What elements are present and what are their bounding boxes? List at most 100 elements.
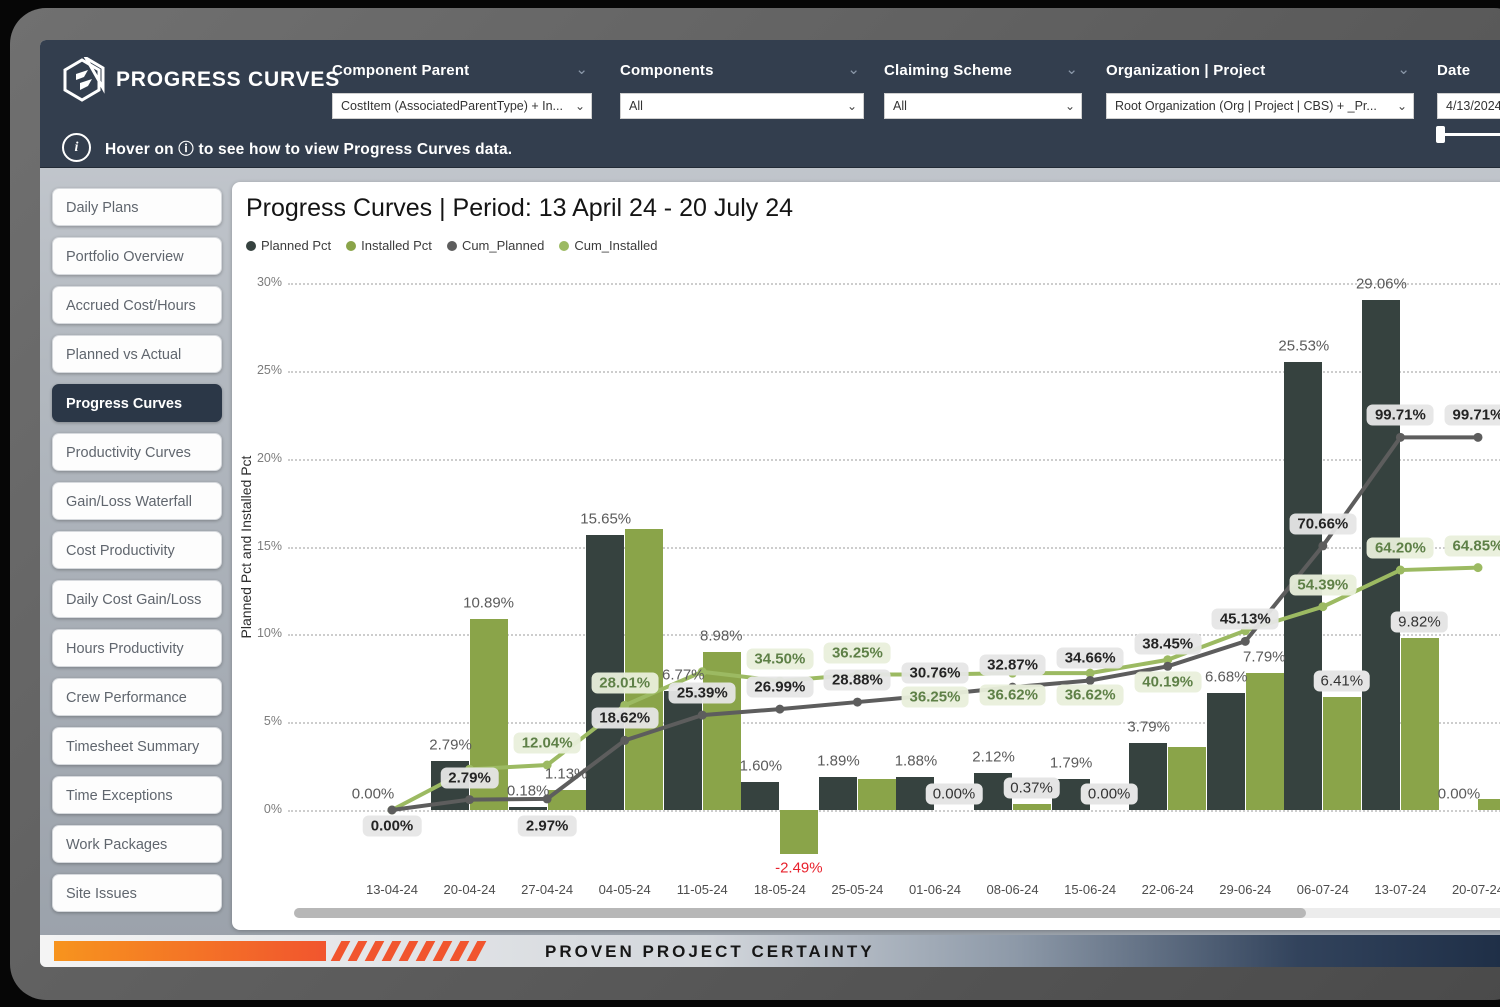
logo-hexagon-icon xyxy=(62,57,106,103)
legend-dot xyxy=(447,241,457,251)
y-axis-tick: 30% xyxy=(240,275,282,289)
filter-label: Date xyxy=(1437,62,1470,79)
gridline xyxy=(288,283,1500,285)
cum-planned-badge: 38.45% xyxy=(1134,634,1201,655)
filter-component-parent: Component Parent ⌄ CostItem (AssociatedP… xyxy=(332,62,592,80)
legend-item-planned-pct[interactable]: Planned Pct xyxy=(246,238,331,253)
chart-title: Progress Curves | Period: 13 April 24 - … xyxy=(246,194,793,223)
x-axis-label: 01-06-24 xyxy=(895,882,975,897)
chevron-down-icon[interactable]: ⌄ xyxy=(1397,60,1410,78)
claiming-scheme-dropdown[interactable]: All ⌄ xyxy=(884,93,1082,119)
x-axis-label: 20-07-24 xyxy=(1438,882,1500,897)
installed-bar-label: 10.89% xyxy=(463,594,514,611)
sidebar-item-crew-performance[interactable]: Crew Performance xyxy=(52,678,222,716)
components-dropdown[interactable]: All ⌄ xyxy=(620,93,864,119)
cum-installed-badge: 28.01% xyxy=(591,673,658,694)
cum-planned-badge: 45.13% xyxy=(1212,609,1279,630)
sidebar-item-accrued-cost-hours[interactable]: Accrued Cost/Hours xyxy=(52,286,222,324)
chart-legend: Planned Pct Installed Pct Cum_Planned Cum_I… xyxy=(246,238,657,253)
chart-panel: 0%5%10%15%20%25%30%0.00%2.79%0.18%15.65%… xyxy=(232,182,1500,930)
info-text: Hover on ⓘ to see how to view Progress C… xyxy=(105,137,512,159)
planned-bar-label: 6.68% xyxy=(1205,668,1248,685)
filter-date: Date 4/13/2024 xyxy=(1437,62,1500,80)
installed-bar xyxy=(1246,673,1284,810)
chevron-down-icon[interactable]: ⌄ xyxy=(847,60,860,78)
installed-bar-label: 8.98% xyxy=(700,628,743,645)
planned-bar-label: 15.65% xyxy=(580,511,631,528)
planned-bar xyxy=(741,782,779,810)
chart-horizontal-scrollbar[interactable] xyxy=(294,908,1500,918)
sidebar-item-planned-vs-actual[interactable]: Planned vs Actual xyxy=(52,335,222,373)
legend-item-installed-pct[interactable]: Installed Pct xyxy=(346,238,432,253)
sidebar-item-gain-loss-waterfall[interactable]: Gain/Loss Waterfall xyxy=(52,482,222,520)
footer-stripe xyxy=(399,941,419,961)
info-icon[interactable]: i xyxy=(62,133,91,162)
cum-installed-badge: 34.50% xyxy=(746,649,813,670)
installed-bar-label: -2.49% xyxy=(775,859,823,876)
planned-bar xyxy=(509,807,547,810)
x-axis-label: 08-06-24 xyxy=(973,882,1053,897)
x-axis-label: 29-06-24 xyxy=(1205,882,1285,897)
sidebar-item-work-packages[interactable]: Work Packages xyxy=(52,825,222,863)
cum-planned-badge: 32.87% xyxy=(979,655,1046,676)
sidebar-item-time-exceptions[interactable]: Time Exceptions xyxy=(52,776,222,814)
chevron-down-icon[interactable]: ⌄ xyxy=(1065,60,1078,78)
planned-bar-label: 1.60% xyxy=(740,757,783,774)
planned-bar-label: 1.88% xyxy=(895,752,938,769)
legend-item-cum-planned[interactable]: Cum_Planned xyxy=(447,238,544,253)
installed-bar-label: 1.13% xyxy=(545,766,588,783)
date-slider-track[interactable] xyxy=(1444,133,1500,136)
legend-item-cum-installed[interactable]: Cum_Installed xyxy=(559,238,657,253)
cum-planned-badge: 99.71% xyxy=(1367,405,1434,426)
sidebar-item-timesheet-summary[interactable]: Timesheet Summary xyxy=(52,727,222,765)
cum-installed-badge: 64.85% xyxy=(1445,535,1500,556)
cum-planned-badge: 34.66% xyxy=(1057,648,1124,669)
cum-installed-badge: 36.62% xyxy=(979,685,1046,706)
footer-stripe xyxy=(365,941,385,961)
installed-bar-label: 0.00% xyxy=(926,784,983,805)
installed-bar-label: 6.41% xyxy=(1314,671,1371,692)
installed-bar-label: 7.79% xyxy=(1243,649,1286,666)
footer-slogan: PROVEN PROJECT CERTAINTY xyxy=(545,942,875,962)
sidebar-item-progress-curves[interactable]: Progress Curves xyxy=(52,384,222,422)
date-slider-handle[interactable] xyxy=(1436,126,1445,143)
legend-dot xyxy=(559,241,569,251)
component-parent-dropdown[interactable]: CostItem (AssociatedParentType) + In... … xyxy=(332,93,592,119)
x-axis-label: 13-07-24 xyxy=(1360,882,1440,897)
chevron-down-icon[interactable]: ⌄ xyxy=(575,60,588,78)
cum-installed-badge: 64.20% xyxy=(1367,538,1434,559)
y-axis-tick: 25% xyxy=(240,363,282,377)
cum-planned-badge: 0.00% xyxy=(363,816,422,837)
installed-bar xyxy=(1013,804,1051,810)
top-bar: PROGRESS CURVES Component Parent ⌄ CostI… xyxy=(40,40,1500,168)
info-bar: i Hover on ⓘ to see how to view Progress… xyxy=(62,133,512,162)
cum-installed-badge: 36.25% xyxy=(824,642,891,663)
installed-bar-label: 0.37% xyxy=(1003,777,1060,798)
installed-bar xyxy=(1478,799,1500,810)
footer-stripe xyxy=(450,941,470,961)
installed-bar xyxy=(625,529,663,810)
sidebar-item-daily-cost-gain-loss[interactable]: Daily Cost Gain/Loss xyxy=(52,580,222,618)
date-input[interactable]: 4/13/2024 xyxy=(1437,93,1500,119)
planned-bar-label: 1.79% xyxy=(1050,754,1093,771)
sidebar-item-portfolio-overview[interactable]: Portfolio Overview xyxy=(52,237,222,275)
sidebar-item-daily-plans[interactable]: Daily Plans xyxy=(52,188,222,226)
sidebar-item-hours-productivity[interactable]: Hours Productivity xyxy=(52,629,222,667)
window-frame: PROGRESS CURVES Component Parent ⌄ CostI… xyxy=(10,8,1500,1000)
planned-bar-label: 1.89% xyxy=(817,752,860,769)
sidebar-item-cost-productivity[interactable]: Cost Productivity xyxy=(52,531,222,569)
x-axis-label: 04-05-24 xyxy=(585,882,665,897)
footer-stripe xyxy=(348,941,368,961)
x-axis-label: 11-05-24 xyxy=(662,882,742,897)
x-axis-label: 25-05-24 xyxy=(817,882,897,897)
planned-bar-label: 2.12% xyxy=(972,748,1015,765)
scrollbar-thumb[interactable] xyxy=(294,908,1306,918)
planned-bar xyxy=(664,691,702,810)
installed-bar xyxy=(780,810,818,854)
planned-bar xyxy=(819,777,857,810)
planned-bar-label: 29.06% xyxy=(1356,275,1407,292)
sidebar-item-productivity-curves[interactable]: Productivity Curves xyxy=(52,433,222,471)
sidebar-item-site-issues[interactable]: Site Issues xyxy=(52,874,222,912)
chevron-down-icon: ⌄ xyxy=(1065,99,1075,113)
organization-project-dropdown[interactable]: Root Organization (Org | Project | CBS) … xyxy=(1106,93,1414,119)
